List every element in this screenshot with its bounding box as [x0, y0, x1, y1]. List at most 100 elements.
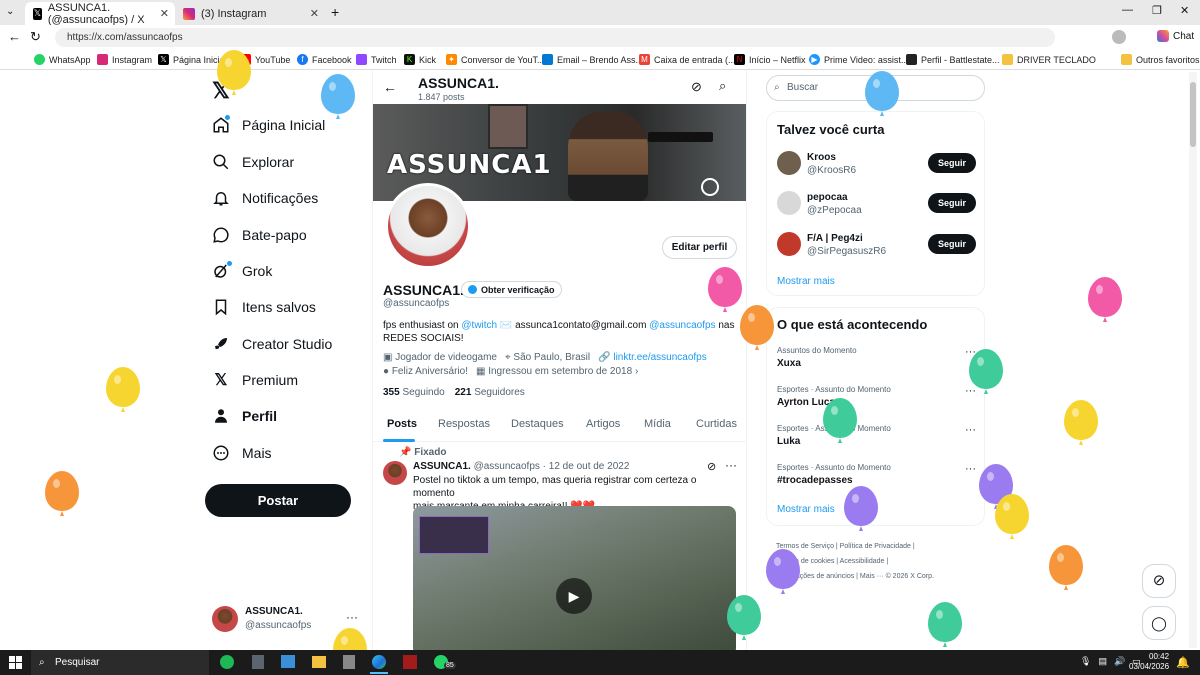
close-tab-icon[interactable]: ✕	[310, 7, 319, 20]
sidebar-item-grok[interactable]: Grok	[212, 262, 272, 280]
edit-profile-button[interactable]: Editar perfil	[662, 236, 737, 259]
show-more-link[interactable]: Mostrar mais	[777, 276, 835, 287]
url-field[interactable]: https://x.com/assuncaofps	[55, 28, 1055, 47]
bookmark-converter[interactable]: ✦ Conversor de YouT...	[446, 54, 545, 65]
twitch-link[interactable]: @twitch	[461, 320, 497, 331]
sidebar-item-more[interactable]: Mais	[212, 444, 272, 462]
close-window-icon[interactable]: ✕	[1180, 4, 1189, 17]
profile-link[interactable]: 🔗 linktr.ee/assuncaofps	[598, 352, 707, 363]
sidebar-item-chat[interactable]: Bate-papo	[212, 226, 307, 244]
clock[interactable]: 00:42 03/04/2026	[1129, 652, 1169, 672]
taskbar-search[interactable]: ⌕ Pesquisar	[31, 650, 209, 675]
tab-articles[interactable]: Artigos	[586, 418, 620, 430]
trend-item[interactable]: Esportes · Assunto do Momento Ayrton Luc…	[777, 385, 976, 408]
balloon-decoration	[45, 471, 79, 511]
profile-avatar-icon[interactable]	[1112, 30, 1126, 44]
profile-bio: fps enthusiast on @twitch ✉️ assunca1con…	[383, 320, 735, 344]
tab-highlights[interactable]: Destaques	[511, 418, 564, 430]
sidebar-item-creator-studio[interactable]: Creator Studio	[212, 335, 332, 353]
trend-item[interactable]: Assuntos do Momento Xuxa ···	[777, 346, 976, 369]
bookmark-gmail[interactable]: M Caixa de entrada (...	[639, 54, 736, 65]
suggestion-pepocaa[interactable]: pepocaa @zPepocaa Seguir	[777, 190, 976, 216]
follow-button[interactable]: Seguir	[928, 234, 976, 254]
photos-icon[interactable]	[281, 655, 295, 668]
converter-icon: ✦	[446, 54, 457, 65]
bookmark-driver[interactable]: DRIVER TECLADO	[1002, 54, 1096, 65]
notifications-icon[interactable]: 🔔	[1176, 656, 1190, 669]
post-more-icon[interactable]: ···	[725, 458, 737, 472]
new-tab-icon[interactable]: +	[331, 4, 339, 20]
trend-more-icon[interactable]: ···	[965, 463, 976, 475]
game-launcher-icon[interactable]	[403, 655, 417, 669]
bookmark-prime[interactable]: ▶ Prime Video: assist...	[809, 54, 908, 65]
bookmark-facebook[interactable]: f Facebook	[297, 54, 352, 65]
reload-icon[interactable]: ↻	[30, 29, 41, 45]
maximize-icon[interactable]: ❐	[1152, 4, 1162, 17]
bookmark-instagram[interactable]: Instagram	[97, 54, 152, 65]
sidebar-item-explore[interactable]: Explorar	[212, 153, 294, 171]
follow-button[interactable]: Seguir	[928, 153, 976, 173]
close-tab-icon[interactable]: ✕	[160, 7, 169, 20]
windows-start-icon[interactable]	[9, 656, 22, 669]
follow-button[interactable]: Seguir	[928, 193, 976, 213]
bookmark-other-favorites[interactable]: Outros favoritos	[1121, 54, 1200, 65]
trend-item[interactable]: Esportes · Assunto do Momento #trocadepa…	[777, 463, 976, 486]
tab-likes[interactable]: Curtidas	[696, 418, 737, 430]
bookmark-email[interactable]: Email – Brendo Ass...	[542, 54, 643, 65]
account-more-icon[interactable]: ···	[346, 610, 358, 624]
tab-replies[interactable]: Respostas	[438, 418, 490, 430]
joined[interactable]: ▦ Ingressou em setembro de 2018 ›	[476, 366, 638, 377]
page-scrollbar[interactable]	[1189, 72, 1197, 648]
bookmark-kick[interactable]: K Kick	[404, 54, 436, 65]
sidebar-item-bookmarks[interactable]: Itens salvos	[212, 298, 316, 316]
grok-header-icon[interactable]: ⊘	[691, 79, 702, 95]
bookmark-netflix[interactable]: N Início – Netflix	[734, 54, 806, 65]
mention-link[interactable]: @assuncaofps	[649, 320, 715, 331]
trend-more-icon[interactable]: ···	[965, 424, 976, 436]
trend-item[interactable]: Esportes · Assunto do Momento Luka ···	[777, 424, 976, 447]
back-arrow-icon[interactable]: ←	[383, 79, 397, 95]
messages-floating-button[interactable]: ◯	[1142, 606, 1176, 640]
video-play-button[interactable]: ▶	[556, 578, 592, 614]
tab-x-profile[interactable]: 𝕏 ASSUNCA1. (@assuncaofps) / X ✕	[25, 2, 175, 26]
suggestion-peg4zi[interactable]: F/A | Peg4zi @SirPegasuszR6 Seguir	[777, 231, 976, 257]
banner-gun-icon	[648, 132, 713, 142]
post-video[interactable]: ▶	[413, 506, 736, 650]
tab-instagram[interactable]: (3) Instagram ✕	[175, 2, 325, 25]
copilot-chat-button[interactable]: Chat	[1157, 30, 1194, 42]
minimize-icon[interactable]: —	[1122, 4, 1133, 16]
suggestion-kroos[interactable]: Kroos @KroosR6 Seguir	[777, 150, 976, 176]
following-link[interactable]: 355 Seguindo	[383, 387, 445, 398]
tab-media[interactable]: Mídia	[644, 418, 671, 430]
spotify-icon[interactable]	[220, 655, 234, 669]
search-header-icon[interactable]: ⌕	[719, 78, 726, 94]
back-icon[interactable]: ←	[8, 29, 21, 44]
post-avatar[interactable]	[383, 461, 407, 485]
file-explorer-icon[interactable]	[312, 656, 326, 668]
sidebar-item-notifications[interactable]: Notificações	[212, 189, 318, 207]
grok-floating-button[interactable]: ⊘	[1142, 564, 1176, 598]
edge-icon[interactable]	[372, 655, 386, 669]
bookmark-twitch[interactable]: Twitch	[356, 54, 397, 65]
follow-stats: 355 Seguindo 221 Seguidores	[383, 387, 525, 398]
bookmark-battlestate[interactable]: Perfil - Battlestate...	[906, 54, 1000, 65]
verify-button[interactable]: Obter verificação	[461, 281, 562, 298]
pinned-post[interactable]: 📌 Fixado ASSUNCA1. @assuncaofps · 12 de …	[373, 443, 746, 650]
bookmark-whatsapp[interactable]: WhatsApp	[34, 54, 91, 65]
calculator-icon[interactable]	[252, 655, 264, 669]
tab-posts[interactable]: Posts	[387, 418, 417, 430]
followers-link[interactable]: 221 Seguidores	[455, 387, 525, 398]
post-button[interactable]: Postar	[205, 484, 351, 517]
sidebar-item-profile[interactable]: Perfil	[212, 407, 277, 425]
location: ⌖ São Paulo, Brasil	[504, 352, 591, 363]
trend-more-icon[interactable]: ···	[965, 385, 976, 397]
profile-avatar[interactable]	[385, 183, 471, 269]
post-grok-icon[interactable]: ⊘	[707, 460, 716, 473]
account-switcher[interactable]: ASSUNCA1. @assuncaofps ···	[212, 606, 362, 634]
sidebar-item-premium[interactable]: 𝕏 Premium	[212, 371, 298, 389]
tab-list-chevron-icon[interactable]: ⌄	[6, 6, 14, 17]
game-app-icon[interactable]	[343, 655, 355, 669]
footer-links[interactable]: Termos de Serviço | Política de Privacid…	[776, 539, 986, 584]
show-more-link[interactable]: Mostrar mais	[777, 504, 835, 515]
scrollbar-thumb[interactable]	[1190, 82, 1196, 147]
